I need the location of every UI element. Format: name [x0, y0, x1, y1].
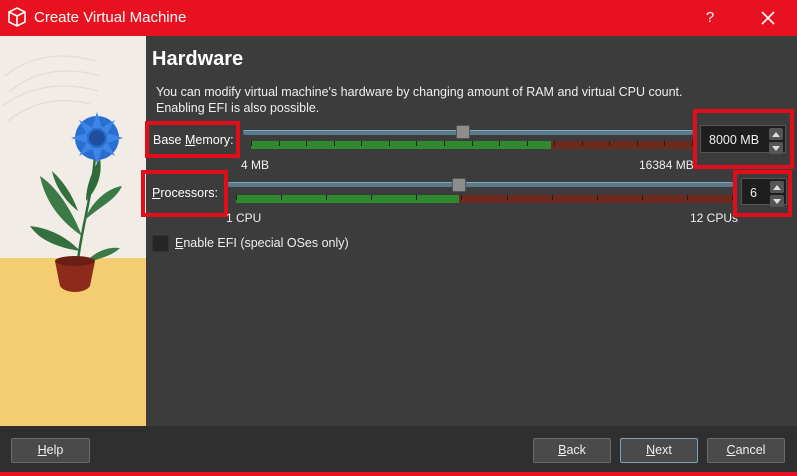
scale-tick: [472, 141, 473, 146]
scale-tick: [371, 195, 372, 200]
base-memory-label: Base Memory:: [153, 133, 234, 147]
enable-efi-label[interactable]: Enable EFI (special OSes only): [175, 236, 349, 250]
scale-tick: [236, 195, 237, 200]
next-button[interactable]: Next: [620, 438, 698, 463]
memory-scale: [251, 141, 693, 149]
processors-min-label: 1 CPU: [226, 211, 262, 225]
page-title: Hardware: [152, 48, 244, 70]
scale-tick: [281, 195, 282, 200]
close-icon[interactable]: [757, 7, 779, 29]
back-button[interactable]: Back: [533, 438, 611, 463]
page-description: You can modify virtual machine's hardwar…: [156, 84, 756, 116]
virtualbox-logo-icon: [8, 7, 26, 27]
scale-tick: [609, 141, 610, 146]
scale-tick: [552, 195, 553, 200]
help-button[interactable]: Help: [11, 438, 90, 463]
help-icon[interactable]: ?: [700, 7, 720, 29]
description-line-2: Enabling EFI is also possible.: [156, 101, 320, 115]
scale-tick: [664, 141, 665, 146]
memory-value[interactable]: 8000 MB: [709, 133, 759, 147]
processors-scale: [236, 195, 733, 203]
memory-slider-handle[interactable]: [456, 125, 470, 139]
scale-tick: [507, 195, 508, 200]
scale-tick: [416, 141, 417, 146]
processors-increment-button[interactable]: [770, 181, 784, 193]
scale-tick: [597, 195, 598, 200]
description-line-1: You can modify virtual machine's hardwar…: [156, 85, 683, 99]
memory-decrement-button[interactable]: [769, 142, 783, 154]
scale-tick: [444, 141, 445, 146]
scale-tick: [389, 141, 390, 146]
scale-tick: [326, 195, 327, 200]
scale-tick: [499, 141, 500, 146]
bottom-accent-line: [0, 472, 797, 476]
memory-spinbox[interactable]: 8000 MB: [700, 125, 786, 154]
memory-max-label: 16384 MB: [639, 158, 694, 172]
scale-tick: [637, 141, 638, 146]
scale-tick: [582, 141, 583, 146]
cancel-button[interactable]: Cancel: [707, 438, 785, 463]
wizard-flower-illustration: [0, 36, 146, 426]
title-bar: Create Virtual Machine ?: [0, 0, 797, 36]
processors-max-label: 12 CPUs: [690, 211, 739, 225]
scale-tick: [461, 195, 462, 200]
processors-slider[interactable]: [228, 182, 733, 187]
scale-tick: [642, 195, 643, 200]
scale-tick: [279, 141, 280, 146]
enable-efi-checkbox[interactable]: [152, 235, 169, 252]
scale-tick: [334, 141, 335, 146]
processors-decrement-button[interactable]: [770, 195, 784, 207]
processors-slider-handle[interactable]: [452, 178, 466, 192]
processors-value[interactable]: 6: [750, 186, 757, 200]
memory-min-label: 4 MB: [241, 158, 270, 172]
scale-tick: [527, 141, 528, 146]
scale-tick: [687, 195, 688, 200]
memory-increment-button[interactable]: [769, 128, 783, 140]
scale-tick: [361, 141, 362, 146]
processors-spinbox[interactable]: 6: [741, 178, 787, 207]
scale-tick: [416, 195, 417, 200]
scale-tick: [251, 141, 252, 146]
scale-tick: [554, 141, 555, 146]
processors-label: Processors:: [152, 186, 218, 200]
scale-tick: [306, 141, 307, 146]
window-title: Create Virtual Machine: [34, 9, 187, 26]
